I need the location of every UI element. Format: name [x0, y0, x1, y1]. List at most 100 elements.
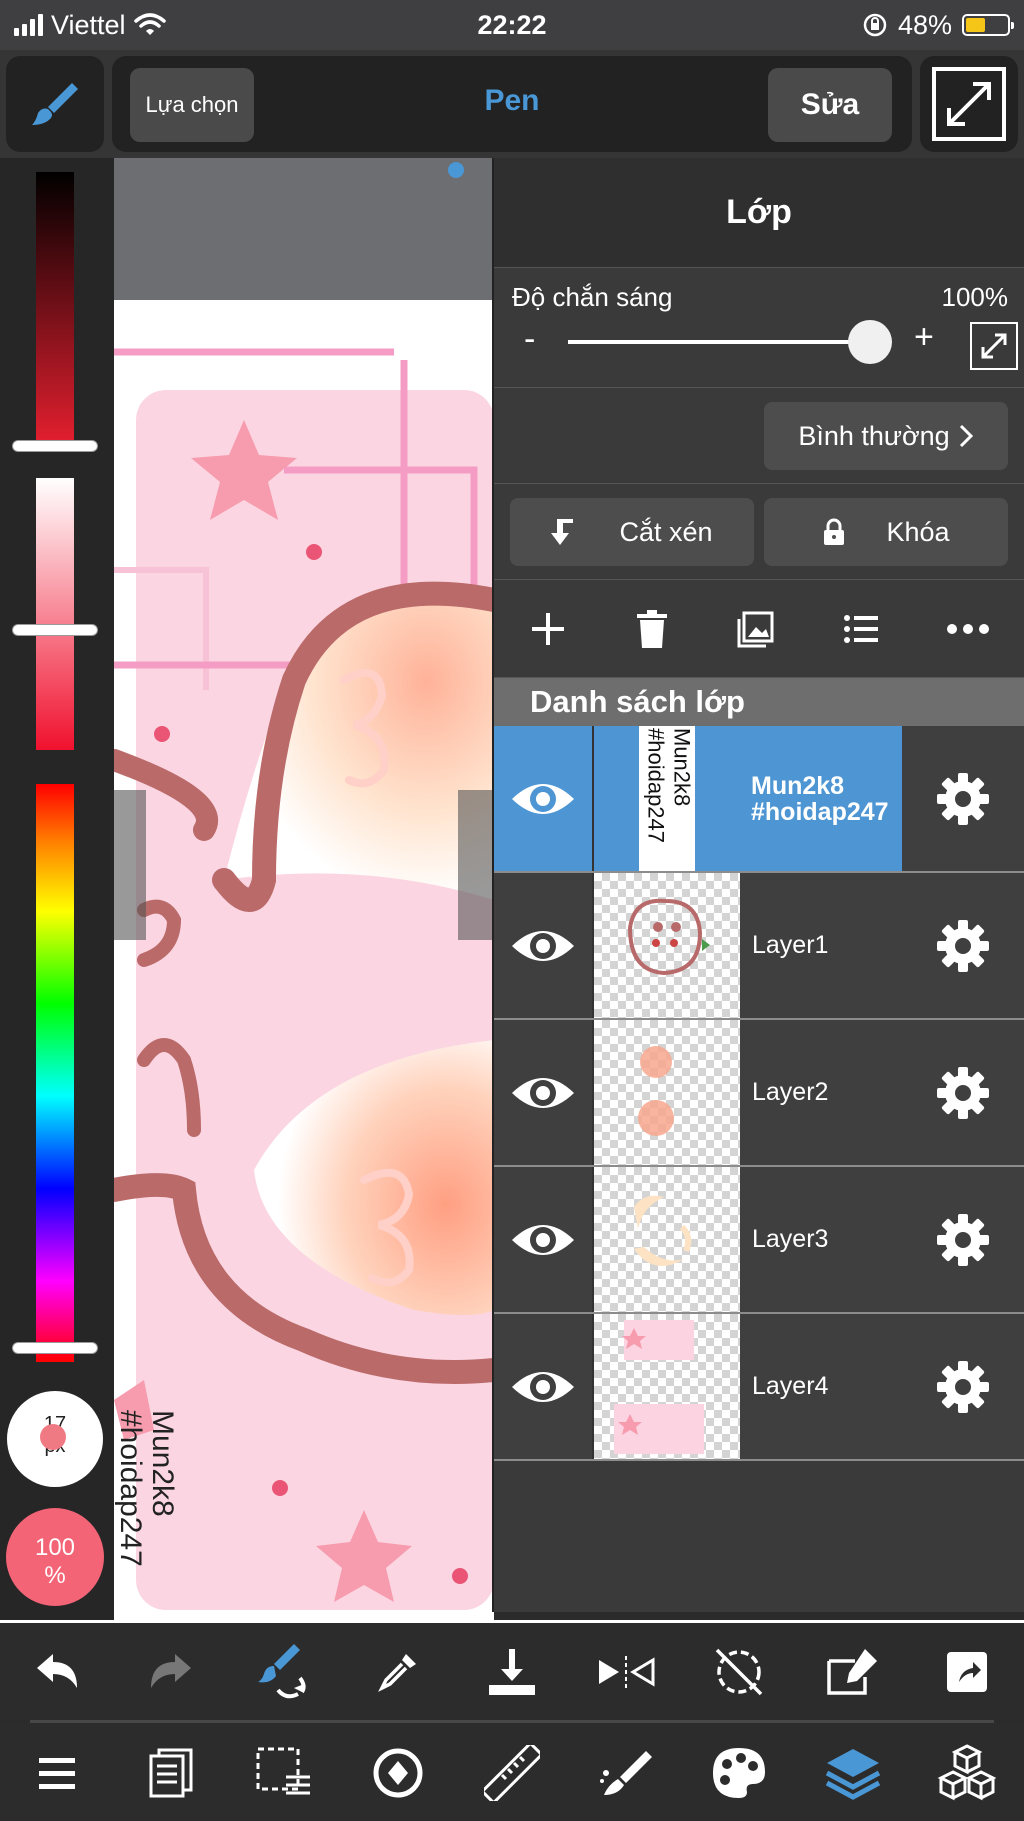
battery-icon: [962, 14, 1014, 36]
edit-canvas-button[interactable]: [808, 1632, 898, 1712]
brightness-handle[interactable]: [12, 440, 98, 452]
more-icon[interactable]: [946, 623, 990, 635]
layer-opacity-slider[interactable]: [568, 340, 868, 344]
brush-tool-button[interactable]: [6, 56, 104, 152]
layer-name: Layer1: [752, 931, 829, 959]
layer-row[interactable]: Layer3: [494, 1167, 1024, 1314]
top-toolbar: Lựa chọn Pen Sửa: [0, 50, 1024, 158]
tool-bar: Lựa chọn Pen Sửa: [112, 56, 912, 152]
gear-icon: [937, 772, 989, 825]
layer-row[interactable]: Layer4: [494, 1314, 1024, 1461]
clock: 22:22: [477, 9, 547, 40]
battery-percent: 48%: [897, 9, 952, 40]
rotation-lock-icon: [863, 13, 887, 37]
layer-thumbnail: [594, 1020, 740, 1165]
menu-icon: [38, 1757, 75, 1789]
brightness-slider[interactable]: [36, 172, 74, 442]
undo-icon: [36, 1653, 77, 1688]
layer-opacity-thumb[interactable]: [848, 320, 892, 364]
flip-icon: [598, 1655, 655, 1688]
fullscreen-button[interactable]: [920, 56, 1018, 152]
saturation-handle[interactable]: [12, 624, 98, 636]
lasso-button[interactable]: [353, 1733, 443, 1813]
rotate-off-icon: [716, 1648, 763, 1695]
brush-size-button[interactable]: 17 px: [7, 1391, 103, 1487]
opacity-increase-button[interactable]: +: [914, 318, 934, 357]
palette-icon: [713, 1747, 766, 1798]
blend-mode-button[interactable]: Bình thường: [764, 402, 1008, 470]
save-button[interactable]: [467, 1632, 557, 1712]
canvas-area[interactable]: Mun2k8 #hoidap247: [114, 158, 494, 1620]
layer-name: Layer2: [752, 1078, 829, 1106]
menu-button[interactable]: [12, 1733, 102, 1813]
palette-button[interactable]: [694, 1733, 784, 1813]
flip-button[interactable]: [581, 1632, 671, 1712]
panel-expand-button[interactable]: [970, 322, 1018, 370]
visibility-toggle[interactable]: [494, 1314, 594, 1459]
edit-icon: [827, 1648, 878, 1695]
layer-list-title: Danh sách lớp: [494, 678, 1024, 726]
saturation-slider[interactable]: [36, 478, 74, 750]
layer-thumbnail: [594, 873, 740, 1018]
ruler-button[interactable]: [467, 1733, 557, 1813]
layer-row[interactable]: Layer1: [494, 873, 1024, 1020]
layer-row[interactable]: Mun2k8 #hoidap247 Mun2k8 #hoidap247: [494, 726, 1024, 873]
redo-button[interactable]: [126, 1632, 216, 1712]
visibility-toggle[interactable]: [494, 1020, 594, 1165]
brush-opacity-unit: %: [44, 1562, 66, 1589]
hue-slider[interactable]: [36, 784, 74, 1362]
visibility-toggle[interactable]: [494, 726, 594, 871]
eye-icon: [512, 1371, 574, 1402]
hue-handle[interactable]: [12, 1342, 98, 1354]
image-layer-icon[interactable]: [736, 609, 776, 649]
brush-icon: [32, 83, 78, 125]
layer-settings-button[interactable]: [902, 1020, 1024, 1165]
layer-opacity-value: 100%: [941, 282, 1009, 312]
transform-icon: [258, 1643, 306, 1698]
eye-icon: [512, 783, 574, 814]
layers-button[interactable]: [808, 1733, 898, 1813]
opacity-decrease-button[interactable]: -: [524, 320, 535, 359]
fill-button[interactable]: [581, 1733, 671, 1813]
wifi-icon: [133, 13, 166, 35]
canvas-watermark: Mun2k8 #hoidap247: [114, 1410, 179, 1567]
rotation-reset-button[interactable]: [694, 1632, 784, 1712]
undo-button[interactable]: [12, 1632, 102, 1712]
add-layer-icon[interactable]: [528, 609, 568, 649]
action-toolbar: [0, 1620, 1024, 1720]
toolbar-divider: [30, 1720, 994, 1723]
layer-settings-button[interactable]: [902, 873, 1024, 1018]
layer-settings-button[interactable]: [902, 1167, 1024, 1312]
chevron-right-icon: [959, 424, 973, 448]
blend-mode-label: Bình thường: [798, 420, 950, 451]
layer-settings-button[interactable]: [902, 726, 1024, 871]
list-icon[interactable]: [843, 613, 879, 645]
watermark-line1: Mun2k8: [146, 1410, 179, 1517]
layer-row[interactable]: Layer2: [494, 1020, 1024, 1167]
brush-opacity-button[interactable]: 100 %: [6, 1508, 104, 1606]
eye-icon: [512, 1224, 574, 1255]
share-button[interactable]: [922, 1632, 1012, 1712]
lock-icon: [824, 518, 845, 545]
clipping-button[interactable]: Cắt xén: [510, 498, 754, 566]
share-icon: [947, 1651, 987, 1692]
trash-icon[interactable]: [635, 609, 669, 649]
visibility-toggle[interactable]: [494, 1167, 594, 1312]
color-panel: 17 px 100 %: [0, 158, 114, 1620]
drawing-canvas[interactable]: Mun2k8 #hoidap247: [114, 300, 494, 1620]
layer-thumbnail: Mun2k8 #hoidap247: [594, 726, 739, 871]
layer-settings-button[interactable]: [902, 1314, 1024, 1459]
lock-button[interactable]: Khóa: [764, 498, 1008, 566]
eyedropper-button[interactable]: [353, 1632, 443, 1712]
clip-arrow-icon: [551, 519, 574, 545]
thumb-text-line2: #hoidap247: [643, 728, 669, 844]
visibility-toggle[interactable]: [494, 873, 594, 1018]
edit-button[interactable]: Sửa: [768, 68, 892, 142]
clip-lock-row: Cắt xén Khóa: [494, 484, 1024, 580]
transform-brush-button[interactable]: [239, 1632, 329, 1712]
layer-name: Mun2k8 #hoidap247: [739, 726, 902, 871]
selection-tool-button[interactable]: [239, 1733, 329, 1813]
layer-opacity-label: Độ chắn sáng: [512, 282, 673, 312]
pages-button[interactable]: [126, 1733, 216, 1813]
materials-button[interactable]: [922, 1733, 1012, 1813]
